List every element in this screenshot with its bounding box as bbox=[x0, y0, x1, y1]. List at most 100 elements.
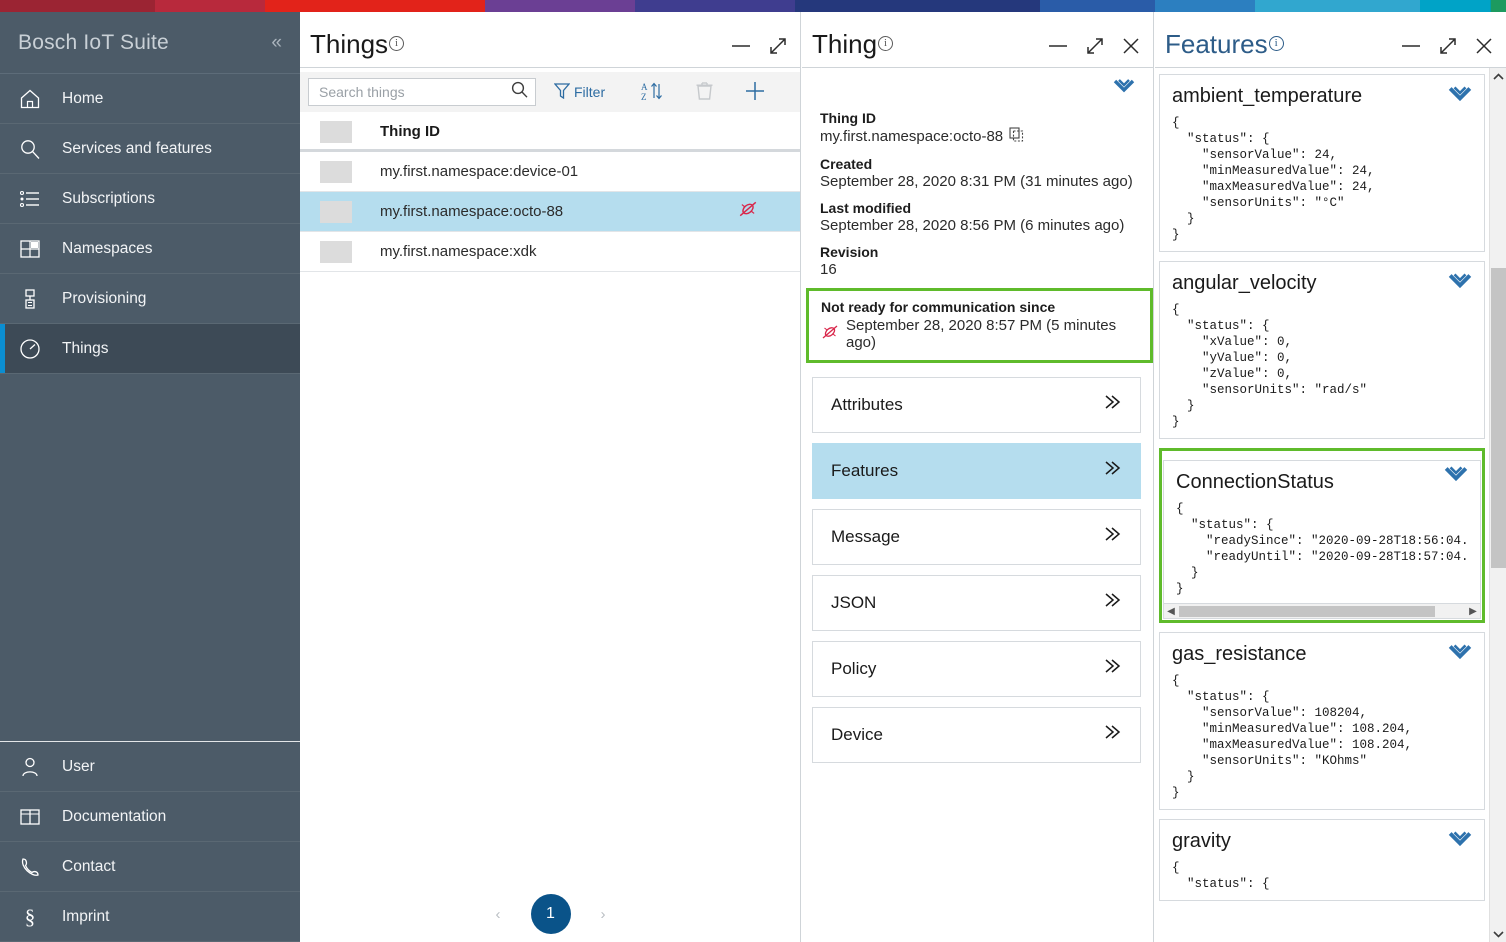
feature-horizontal-scrollbar[interactable]: ◀ ▶ bbox=[1164, 603, 1480, 618]
sidebar-item-label: Namespaces bbox=[62, 239, 153, 257]
scrollbar-thumb[interactable] bbox=[1491, 268, 1506, 568]
minimize-icon[interactable] bbox=[730, 39, 752, 58]
sidebar-item-documentation[interactable]: Documentation bbox=[0, 792, 300, 842]
feature-json: { "status": { "xValue": 0, "yValue": 0, … bbox=[1172, 303, 1368, 429]
feature-card-inner: ConnectionStatus { "status": { "readySinc… bbox=[1163, 460, 1481, 619]
features-panel-title: Features i bbox=[1165, 30, 1284, 58]
accordion-label: Message bbox=[831, 527, 900, 546]
search-input[interactable] bbox=[319, 84, 510, 100]
scroll-left-icon[interactable]: ◀ bbox=[1164, 606, 1178, 617]
sidebar-item-imprint[interactable]: § Imprint bbox=[0, 892, 300, 942]
table-row[interactable]: my.first.namespace:xdk bbox=[300, 232, 800, 272]
accordion-item-message[interactable]: Message bbox=[812, 509, 1141, 565]
accordion-item-policy[interactable]: Policy bbox=[812, 641, 1141, 697]
delete-button[interactable] bbox=[695, 81, 714, 104]
pagination-prev[interactable]: ‹ bbox=[496, 906, 501, 923]
things-panel: Thingsi Filter bbox=[300, 12, 801, 942]
chevron-down-double-icon[interactable] bbox=[1448, 830, 1472, 853]
info-icon[interactable]: i bbox=[878, 36, 894, 51]
sidebar-nav-bottom: User Documentation Contact § Imprint bbox=[0, 741, 300, 942]
close-icon[interactable] bbox=[1474, 36, 1494, 61]
chevron-down-double-icon[interactable] bbox=[1448, 85, 1472, 108]
thing-accordion: Attributes Features Message JSON Policy Devic… bbox=[802, 363, 1153, 763]
chevron-down-double-icon[interactable] bbox=[1444, 465, 1468, 488]
sidebar-item-namespaces[interactable]: Namespaces bbox=[0, 224, 300, 274]
feature-name: angular_velocity bbox=[1172, 272, 1317, 294]
table-row[interactable]: my.first.namespace:device-01 bbox=[300, 152, 800, 192]
thing-panel: Thing i Thing ID my.first.namespace:octo- bbox=[802, 12, 1154, 942]
expand-icon[interactable] bbox=[768, 36, 788, 61]
copy-icon[interactable] bbox=[1009, 127, 1024, 146]
feature-card[interactable]: gas_resistance { "status": { "sensorValue… bbox=[1159, 632, 1485, 810]
pagination-next[interactable]: › bbox=[601, 906, 606, 923]
thing-id-cell: my.first.namespace:xdk bbox=[380, 243, 537, 260]
things-header-actions bbox=[730, 30, 788, 61]
minimize-icon[interactable] bbox=[1400, 39, 1422, 58]
close-icon[interactable] bbox=[1121, 36, 1141, 61]
things-icon bbox=[18, 337, 42, 361]
features-title-text: Features bbox=[1165, 29, 1268, 59]
sidebar-item-provisioning[interactable]: Provisioning bbox=[0, 274, 300, 324]
accordion-label: Policy bbox=[831, 659, 877, 678]
row-checkbox[interactable] bbox=[320, 240, 352, 263]
table-row[interactable]: my.first.namespace:octo-88 bbox=[300, 192, 800, 232]
things-table: Thing ID my.first.namespace:device-01 my.… bbox=[300, 114, 800, 272]
chevron-down-double-icon[interactable] bbox=[1113, 78, 1135, 100]
feature-card[interactable]: ConnectionStatus { "status": { "readySinc… bbox=[1159, 448, 1485, 623]
feature-card[interactable]: angular_velocity { "status": { "xValue": … bbox=[1159, 261, 1485, 439]
collapse-sidebar-icon[interactable]: « bbox=[271, 33, 282, 52]
filter-button[interactable]: Filter bbox=[553, 82, 605, 102]
feature-name: ambient_temperature bbox=[1172, 85, 1363, 107]
things-panel-header: Things i bbox=[300, 12, 800, 68]
search-things-box[interactable] bbox=[308, 78, 536, 106]
expand-icon[interactable] bbox=[1085, 36, 1105, 61]
sort-button[interactable]: A Z bbox=[641, 81, 663, 104]
thing-title-text: Thing bbox=[812, 29, 878, 59]
disconnected-plug-icon bbox=[821, 324, 839, 344]
sidebar-item-label: Home bbox=[62, 89, 104, 107]
pagination-page-1[interactable]: 1 bbox=[530, 894, 571, 934]
sidebar-item-services-and-features[interactable]: Services and features bbox=[0, 124, 300, 174]
accordion-label: Device bbox=[831, 725, 883, 744]
row-checkbox[interactable] bbox=[320, 200, 352, 223]
info-icon[interactable]: i bbox=[389, 36, 405, 51]
scroll-down-icon[interactable] bbox=[1490, 925, 1506, 942]
sidebar: Bosch IoT Suite « Home Services and featu… bbox=[0, 12, 300, 942]
scroll-up-icon[interactable] bbox=[1490, 68, 1506, 85]
features-vertical-scrollbar[interactable] bbox=[1489, 68, 1506, 942]
accordion-item-device[interactable]: Device bbox=[812, 707, 1141, 763]
accordion-item-attributes[interactable]: Attributes bbox=[812, 377, 1141, 433]
accordion-item-features[interactable]: Features bbox=[812, 443, 1141, 499]
not-ready-label: Not ready for communication since bbox=[821, 299, 1056, 315]
features-header-actions bbox=[1400, 30, 1494, 61]
row-checkbox[interactable] bbox=[320, 160, 352, 183]
workspace: Thingsi Filter bbox=[300, 12, 1506, 942]
sidebar-item-home[interactable]: Home bbox=[0, 74, 300, 124]
add-thing-button[interactable] bbox=[744, 80, 766, 105]
chevron-down-double-icon[interactable] bbox=[1448, 643, 1472, 666]
info-icon[interactable]: i bbox=[1268, 36, 1284, 51]
select-all-checkbox[interactable] bbox=[320, 120, 352, 143]
brand-bar-segment bbox=[795, 0, 1040, 12]
thing-panel-title: Thing i bbox=[812, 29, 894, 59]
feature-name: ConnectionStatus bbox=[1176, 471, 1334, 493]
feature-card[interactable]: ambient_temperature { "status": { "sensor… bbox=[1159, 74, 1485, 252]
chevron-down-double-icon[interactable] bbox=[1448, 272, 1472, 295]
search-icon[interactable] bbox=[510, 80, 529, 104]
accordion-item-json[interactable]: JSON bbox=[812, 575, 1141, 631]
field-value-row: 16 bbox=[820, 261, 1141, 278]
feature-card-inner: ambient_temperature { "status": { "sensor… bbox=[1160, 83, 1484, 243]
things-toolbar: Filter A Z bbox=[300, 72, 800, 112]
expand-icon[interactable] bbox=[1438, 36, 1458, 61]
sidebar-item-contact[interactable]: Contact bbox=[0, 842, 300, 892]
minimize-icon[interactable] bbox=[1047, 39, 1069, 58]
feature-card[interactable]: gravity { "status": { bbox=[1159, 819, 1485, 901]
sidebar-item-things[interactable]: Things bbox=[0, 324, 300, 374]
sidebar-nav-top: Home Services and features Subscriptions Na… bbox=[0, 74, 300, 374]
sidebar-item-user[interactable]: User bbox=[0, 742, 300, 792]
sidebar-item-subscriptions[interactable]: Subscriptions bbox=[0, 174, 300, 224]
home-icon bbox=[18, 87, 42, 111]
hscroll-thumb[interactable] bbox=[1179, 605, 1435, 617]
scroll-right-icon[interactable]: ▶ bbox=[1466, 606, 1480, 617]
brand-bar-segment bbox=[1040, 0, 1155, 12]
